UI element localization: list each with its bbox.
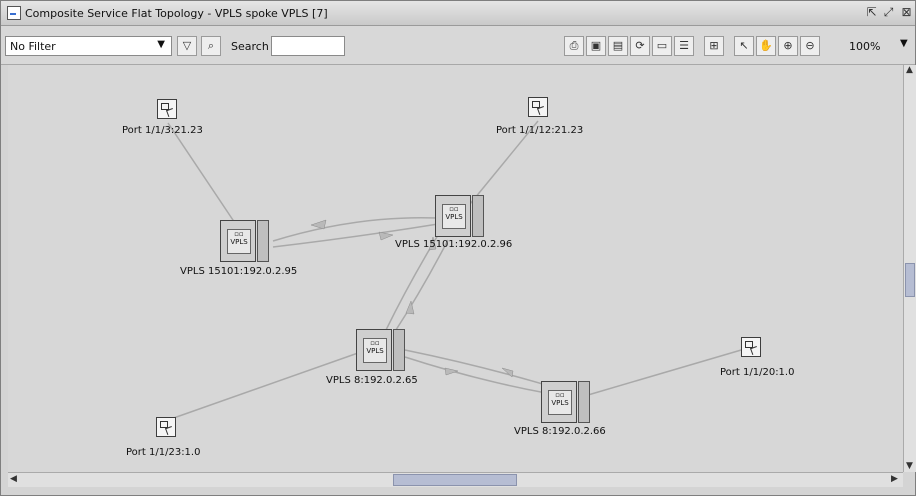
refresh-icon[interactable]: ⟳ bbox=[630, 36, 650, 56]
vpls-node-icon[interactable]: ▫▫ VPLS bbox=[220, 220, 270, 262]
close-icon[interactable]: ⊠ bbox=[898, 4, 915, 21]
zoom-in-icon[interactable]: ⊕ bbox=[778, 36, 798, 56]
vpls-node-icon[interactable]: ▫▫ VPLS bbox=[435, 195, 485, 237]
port-icon[interactable] bbox=[528, 97, 548, 117]
link-vpls65-vpls66-b bbox=[404, 356, 547, 394]
vpls-side bbox=[472, 195, 484, 237]
filter-select[interactable]: No Filter ▼ bbox=[5, 36, 172, 56]
vpls-body: ▫▫ VPLS bbox=[220, 220, 256, 262]
chevron-down-icon: ▼ bbox=[157, 39, 165, 50]
vpls-label-icon: ▫▫ VPLS bbox=[363, 338, 387, 363]
vpls-body: ▫▫ VPLS bbox=[541, 381, 577, 423]
search-label: Search bbox=[231, 40, 269, 53]
topology-canvas[interactable]: Port 1/1/3:21.23 Port 1/1/12:21.23 ▫▫ VPL… bbox=[8, 65, 903, 472]
topology-window: Composite Service Flat Topology - VPLS s… bbox=[0, 0, 916, 496]
window-icon[interactable]: ▭ bbox=[652, 36, 672, 56]
maximize-icon[interactable]: ⤢ bbox=[880, 4, 897, 21]
filter-icon[interactable]: ▽ bbox=[177, 36, 197, 56]
scroll-down-icon[interactable]: ▼ bbox=[906, 461, 913, 471]
arrowhead-icon bbox=[444, 367, 459, 376]
title-bar[interactable]: Composite Service Flat Topology - VPLS s… bbox=[1, 1, 915, 26]
window-title: Composite Service Flat Topology - VPLS s… bbox=[25, 7, 328, 20]
node-label: VPLS 15101:192.0.2.95 bbox=[180, 266, 298, 277]
vpls-label-icon: ▫▫ VPLS bbox=[227, 229, 251, 254]
link-vpls95-vpls96-a bbox=[272, 216, 439, 242]
node-label: VPLS 8:192.0.2.66 bbox=[514, 426, 606, 437]
node-label: VPLS 15101:192.0.2.96 bbox=[395, 239, 513, 250]
arrowhead-icon bbox=[310, 219, 327, 230]
print-icon[interactable]: ⎙ bbox=[564, 36, 584, 56]
node-label: Port 1/1/12:21.23 bbox=[496, 125, 584, 136]
topology-icon bbox=[7, 6, 21, 20]
filter-value: No Filter bbox=[10, 40, 56, 53]
zoom-dropdown-icon[interactable]: ▼ bbox=[900, 38, 908, 49]
zoom-out-icon[interactable]: ⊖ bbox=[800, 36, 820, 56]
detach-icon[interactable]: ⇱ bbox=[863, 4, 880, 21]
node-label: Port 1/1/3:21.23 bbox=[122, 125, 203, 136]
zoom-level[interactable]: 100% bbox=[849, 36, 899, 56]
vertical-scroll-thumb[interactable] bbox=[905, 263, 915, 297]
vpls-side bbox=[578, 381, 590, 423]
node-label: Port 1/1/23:1.0 bbox=[126, 447, 201, 458]
properties-icon[interactable]: ☰ bbox=[674, 36, 694, 56]
toolbar: No Filter ▼ ▽ ⌕ Search ⎙ ▣ ▤ ⟳ ▭ ☰ ⊞ ↖ ✋… bbox=[1, 26, 915, 65]
pointer-icon[interactable]: ↖ bbox=[734, 36, 754, 56]
save-icon[interactable]: ▣ bbox=[586, 36, 606, 56]
vpls-body: ▫▫ VPLS bbox=[356, 329, 392, 371]
vertical-scrollbar[interactable]: ▲ ▼ bbox=[903, 65, 916, 472]
vpls-label-icon: ▫▫ VPLS bbox=[442, 204, 466, 229]
port-icon[interactable] bbox=[157, 99, 177, 119]
vpls-body: ▫▫ VPLS bbox=[435, 195, 471, 237]
scroll-up-icon[interactable]: ▲ bbox=[906, 65, 913, 75]
vpls-node-icon[interactable]: ▫▫ VPLS bbox=[541, 381, 591, 423]
pan-icon[interactable]: ✋ bbox=[756, 36, 776, 56]
vpls-label-icon: ▫▫ VPLS bbox=[548, 390, 572, 415]
arrowhead-icon bbox=[378, 231, 394, 241]
link-vpls65-vpls66-a bbox=[404, 349, 547, 386]
link-vpls65-vpls96-b bbox=[393, 239, 449, 334]
node-label: VPLS 8:192.0.2.65 bbox=[326, 375, 418, 386]
horizontal-scroll-thumb[interactable] bbox=[393, 474, 517, 486]
link-vpls65-port23 bbox=[167, 352, 359, 421]
vpls-side bbox=[393, 329, 405, 371]
vpls-node-icon[interactable]: ▫▫ VPLS bbox=[356, 329, 406, 371]
export-icon[interactable]: ▤ bbox=[608, 36, 628, 56]
search-input[interactable] bbox=[271, 36, 345, 56]
port-icon[interactable] bbox=[741, 337, 761, 357]
vpls-side bbox=[257, 220, 269, 262]
layout-icon[interactable]: ⊞ bbox=[704, 36, 724, 56]
port-icon[interactable] bbox=[156, 417, 176, 437]
node-label: Port 1/1/20:1.0 bbox=[720, 367, 795, 378]
scroll-right-icon[interactable]: ▶ bbox=[891, 474, 898, 484]
find-icon[interactable]: ⌕ bbox=[201, 36, 221, 56]
scroll-left-icon[interactable]: ◀ bbox=[10, 474, 17, 484]
horizontal-scrollbar[interactable]: ◀ ▶ bbox=[8, 472, 903, 487]
